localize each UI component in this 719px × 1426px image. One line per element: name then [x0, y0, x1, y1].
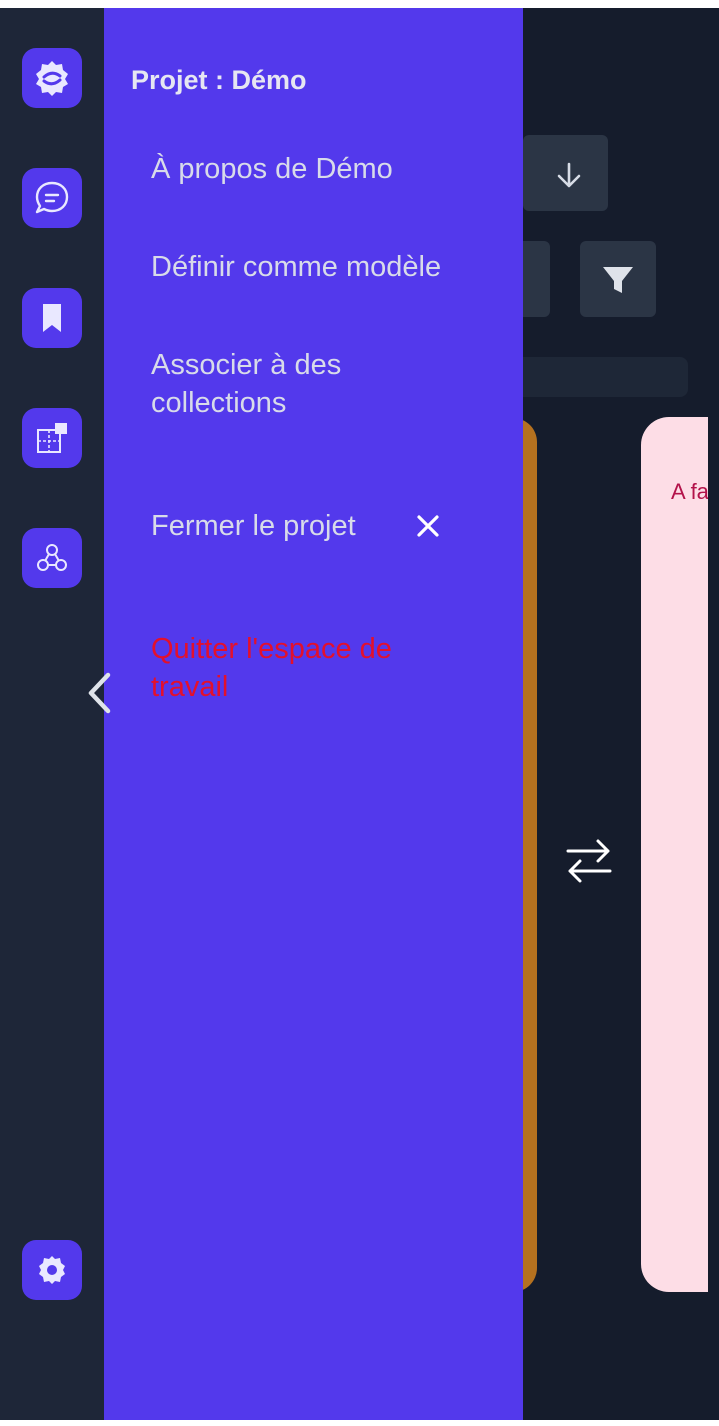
puzzle-icon	[37, 423, 67, 453]
chevron-left-icon[interactable]	[83, 670, 115, 716]
pink-card-text: A fa	[671, 479, 708, 504]
menu-item-leave-workspace[interactable]: Quitter l'espace de travail	[151, 630, 441, 706]
filter-icon	[603, 267, 633, 293]
bookmark-button[interactable]	[22, 288, 82, 348]
drawer-title: Projet : Démo	[131, 65, 307, 95]
bottom-edge	[0, 1420, 719, 1426]
app-logo-button[interactable]	[22, 48, 82, 108]
graph-nodes-icon	[37, 544, 67, 571]
chat-button[interactable]	[22, 168, 82, 228]
settings-button[interactable]	[22, 1240, 82, 1300]
sort-button[interactable]	[523, 135, 608, 211]
menu-item-close-project[interactable]: Fermer le projet	[151, 507, 411, 545]
filter-button[interactable]	[580, 241, 656, 317]
pink-card[interactable]: A fa	[641, 417, 708, 1292]
arrow-down-icon	[557, 162, 581, 188]
chat-icon	[35, 181, 69, 214]
menu-item-link-collections[interactable]: Associer à des collections	[151, 346, 411, 422]
top-edge	[0, 0, 719, 8]
menu-item-set-template[interactable]: Définir comme modèle	[151, 248, 501, 286]
puzzle-button[interactable]	[22, 408, 82, 468]
menu-item-about[interactable]: À propos de Démo	[151, 150, 501, 188]
search-bar[interactable]	[500, 357, 688, 397]
swap-arrows-icon[interactable]	[564, 831, 614, 889]
close-icon[interactable]	[416, 514, 440, 538]
bookmark-icon	[43, 304, 61, 332]
project-drawer: Projet : Démo À propos de Démo Définir c…	[104, 8, 523, 1420]
app-logo-icon	[36, 61, 68, 96]
settings-icon	[39, 1256, 65, 1284]
graph-button[interactable]	[22, 528, 82, 588]
